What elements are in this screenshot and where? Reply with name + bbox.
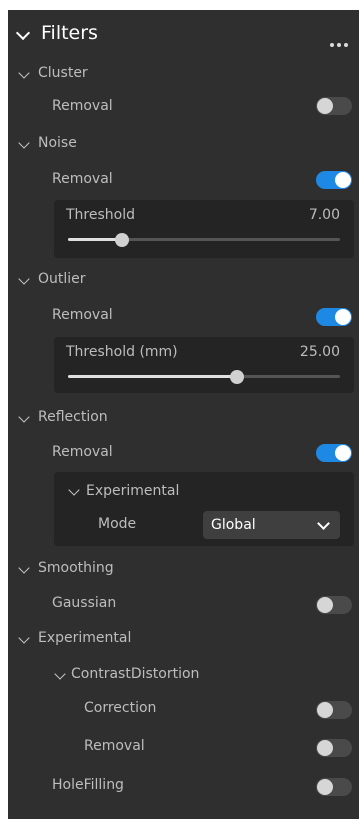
reflection-removal-toggle[interactable]	[316, 444, 352, 462]
chevron-down-icon[interactable]	[15, 25, 31, 41]
section-noise-header[interactable]: Noise	[38, 134, 77, 152]
chevron-down-icon[interactable]	[18, 273, 30, 285]
contrastdistortion-header[interactable]: ContrastDistortion	[71, 665, 199, 683]
toggle-knob	[317, 702, 333, 718]
outlier-threshold-value: 25.00	[299, 344, 340, 360]
toggle-knob	[317, 597, 333, 613]
chevron-down-icon[interactable]	[54, 668, 66, 680]
panel-title: Filters	[41, 22, 98, 44]
cluster-removal-toggle[interactable]	[316, 97, 352, 115]
outlier-threshold-label: Threshold (mm)	[66, 344, 178, 360]
noise-threshold-value: 7.00	[308, 207, 340, 223]
section-smoothing-header[interactable]: Smoothing	[38, 559, 114, 577]
holefilling-toggle[interactable]	[316, 778, 352, 796]
outlier-removal-toggle[interactable]	[316, 308, 352, 326]
noise-threshold-slider[interactable]	[68, 233, 340, 247]
toggle-knob	[335, 172, 351, 188]
gaussian-label: Gaussian	[52, 595, 117, 611]
gaussian-toggle[interactable]	[316, 596, 352, 614]
outlier-threshold-card: Threshold (mm) 25.00	[54, 337, 354, 393]
slider-fill	[68, 375, 237, 378]
mode-select[interactable]: Global	[203, 511, 340, 539]
cluster-removal-label: Removal	[52, 98, 113, 114]
chevron-down-icon	[317, 517, 330, 530]
section-cluster-header[interactable]: Cluster	[38, 64, 88, 82]
correction-toggle[interactable]	[316, 701, 352, 719]
outlier-removal-label: Removal	[52, 307, 113, 323]
more-horizontal-icon[interactable]	[330, 32, 351, 51]
section-outlier-header[interactable]: Outlier	[38, 270, 86, 288]
toggle-knob	[317, 779, 333, 795]
noise-threshold-label: Threshold	[66, 207, 135, 223]
toggle-knob	[335, 309, 351, 325]
toggle-knob	[317, 740, 333, 756]
chevron-down-icon[interactable]	[18, 562, 30, 574]
chevron-down-icon[interactable]	[18, 137, 30, 149]
chevron-down-icon[interactable]	[18, 632, 30, 644]
slider-thumb[interactable]	[230, 370, 244, 384]
contrast-removal-label: Removal	[84, 738, 145, 754]
chevron-down-icon[interactable]	[18, 411, 30, 423]
reflection-experimental-card: Experimental Mode Global	[54, 472, 354, 546]
toggle-knob	[317, 98, 333, 114]
slider-fill	[68, 238, 122, 241]
outlier-threshold-slider[interactable]	[68, 370, 340, 384]
section-experimental-header[interactable]: Experimental	[38, 629, 131, 647]
correction-label: Correction	[84, 700, 157, 716]
mode-select-value: Global	[211, 517, 256, 533]
section-reflection-header[interactable]: Reflection	[38, 408, 108, 426]
noise-removal-toggle[interactable]	[316, 171, 352, 189]
toggle-knob	[335, 445, 351, 461]
chevron-down-icon[interactable]	[68, 484, 80, 496]
chevron-down-icon[interactable]	[18, 67, 30, 79]
holefilling-label: HoleFilling	[52, 777, 124, 793]
noise-threshold-card: Threshold 7.00	[54, 200, 354, 258]
reflection-experimental-header[interactable]: Experimental	[86, 482, 179, 500]
noise-removal-label: Removal	[52, 171, 113, 187]
slider-thumb[interactable]	[115, 233, 129, 247]
filters-panel: Filters Cluster Removal Noise Removal Th…	[8, 10, 359, 819]
mode-label: Mode	[98, 516, 137, 532]
contrast-removal-toggle[interactable]	[316, 739, 352, 757]
reflection-removal-label: Removal	[52, 444, 113, 460]
